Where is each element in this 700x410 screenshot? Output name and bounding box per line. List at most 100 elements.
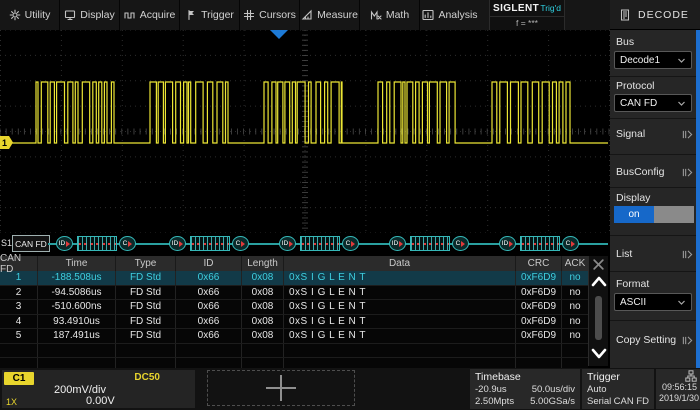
sidebar-scroll-strip[interactable] [696,30,700,368]
decode-data-segment [190,236,230,251]
timebase-panel[interactable]: Timebase -20.9us 50.0us/div 2.50Mpts 5.0… [470,369,580,409]
ruler-triangle-icon [301,9,313,21]
chevron-down-icon [590,344,608,362]
decode-list-table: CAN FD Time Type ID Length Data CRC ACK … [0,256,588,373]
timebase-memory: 2.50Mpts [475,396,514,407]
table-cell [284,344,516,358]
monitor-icon [64,9,76,21]
table-cell: 5 [0,329,38,343]
table-cell: 93.4910us [38,315,116,329]
menu-utility-label: Utility [25,9,51,21]
submenu-arrow-icon [682,249,693,260]
table-cell [242,344,284,358]
table-cell: no [562,271,588,285]
busconfig-menu-item[interactable]: BusConfig [610,162,700,182]
decode-data-segment [77,236,117,251]
protocol-label: Protocol [616,80,655,92]
list-label: List [616,248,632,260]
trigger-panel[interactable]: Trigger Auto Serial CAN FD [582,369,654,409]
col-header-id: ID [176,256,242,271]
submenu-arrow-icon [682,167,693,178]
table-row[interactable]: 3-510.600nsFD Std0x660x080xS I G L E N T… [0,300,588,315]
bus-label: Bus [616,36,634,48]
menu-measure[interactable]: Measure [300,0,360,30]
menu-analysis[interactable]: Analysis [420,0,480,30]
table-cell: FD Std [116,300,176,314]
table-row[interactable]: 1-188.508usFD Std0x660x080xS I G L E N T… [0,271,588,286]
decode-data-segment [410,236,450,251]
signal-menu-item[interactable]: Signal [610,124,700,144]
scroll-down-button[interactable] [590,344,608,367]
sidebar-divider [610,271,696,272]
scrollbar-thumb[interactable] [595,296,602,340]
table-cell: 0xS I G L E N T [284,286,516,300]
decode-id-bubble: ID [279,236,296,251]
trigger-position-marker[interactable] [270,30,288,39]
table-cell: FD Std [116,329,176,343]
display-toggle-off[interactable] [654,206,694,223]
add-channel-button[interactable] [207,370,355,406]
trigger-status-badge: Trig'd [540,3,561,13]
col-header-data: Data [284,256,516,271]
table-cell: 0x08 [242,315,284,329]
table-row[interactable]: 5187.491usFD Std0x660x080xS I G L E N T0… [0,329,588,344]
table-scrollbar [588,256,608,366]
table-cell: -510.600ns [38,300,116,314]
table-header-row: CAN FD Time Type ID Length Data CRC ACK [0,256,588,271]
table-cell: no [562,315,588,329]
bus-select-value: Decode1 [620,55,660,66]
display-toggle[interactable]: on [614,206,694,223]
sidebar-divider [610,235,696,236]
timebase-scale: 50.0us/div [532,384,575,395]
table-cell [516,344,562,358]
table-row[interactable]: 2-94.5086usFD Std0x660x080xS I G L E N T… [0,286,588,301]
table-cell: 0xF6D9 [516,315,562,329]
col-header-protocol: CAN FD [0,256,38,271]
menu-cursors[interactable]: Cursors [240,0,300,30]
math-icon [370,9,382,21]
decode-crc-bubble: C [342,236,359,251]
table-cell [38,344,116,358]
menu-math[interactable]: Math [360,0,420,30]
menu-utility[interactable]: Utility [0,0,60,30]
table-cell: 0xF6D9 [516,286,562,300]
list-icon [619,9,631,21]
menu-analysis-label: Analysis [438,9,477,21]
table-cell [0,344,38,358]
channel1-descriptor[interactable]: C1 DC50 200mV/div 1X 0.00V [2,370,195,408]
display-toggle-on[interactable]: on [614,206,654,223]
table-cell [562,344,588,358]
protocol-select-value: CAN FD [620,98,657,109]
system-time: 09:56:15 [659,382,697,393]
table-body: 1-188.508usFD Std0x660x080xS I G L E N T… [0,271,588,373]
menu-display[interactable]: Display [60,0,120,30]
table-cell: 0x66 [176,271,242,285]
scroll-up-button[interactable] [590,273,608,296]
frequency-readout: f = *** [490,17,564,30]
table-cell: 0xF6D9 [516,271,562,285]
table-cell: 0xS I G L E N T [284,329,516,343]
square-wave-icon [124,9,136,21]
copy-setting-menu-item[interactable]: Copy Setting [610,330,700,350]
decode-id-bubble: ID [56,236,73,251]
timebase-title: Timebase [475,371,575,383]
signal-label: Signal [616,128,645,140]
bus-select[interactable]: Decode1 [614,51,692,69]
bus-protocol-label[interactable]: CAN FD [12,235,50,252]
logo-block: SIGLENT Trig'd f = *** [489,0,565,30]
table-row[interactable]: 493.4910usFD Std0x660x080xS I G L E N T0… [0,315,588,330]
menu-measure-label: Measure [317,9,358,21]
lan-network-icon[interactable] [685,370,697,382]
format-select[interactable]: ASCII [614,293,692,311]
table-cell: 0xS I G L E N T [284,271,516,285]
menu-acquire[interactable]: Acquire [120,0,180,30]
decode-crc-bubble: C [562,236,579,251]
protocol-select[interactable]: CAN FD [614,94,692,112]
table-cell [116,344,176,358]
timebase-delay: -20.9us [475,384,507,395]
col-header-time: Time [38,256,116,271]
list-menu-item[interactable]: List [610,244,700,264]
menu-trigger[interactable]: Trigger [180,0,240,30]
close-icon [592,258,605,271]
table-cell: 4 [0,315,38,329]
